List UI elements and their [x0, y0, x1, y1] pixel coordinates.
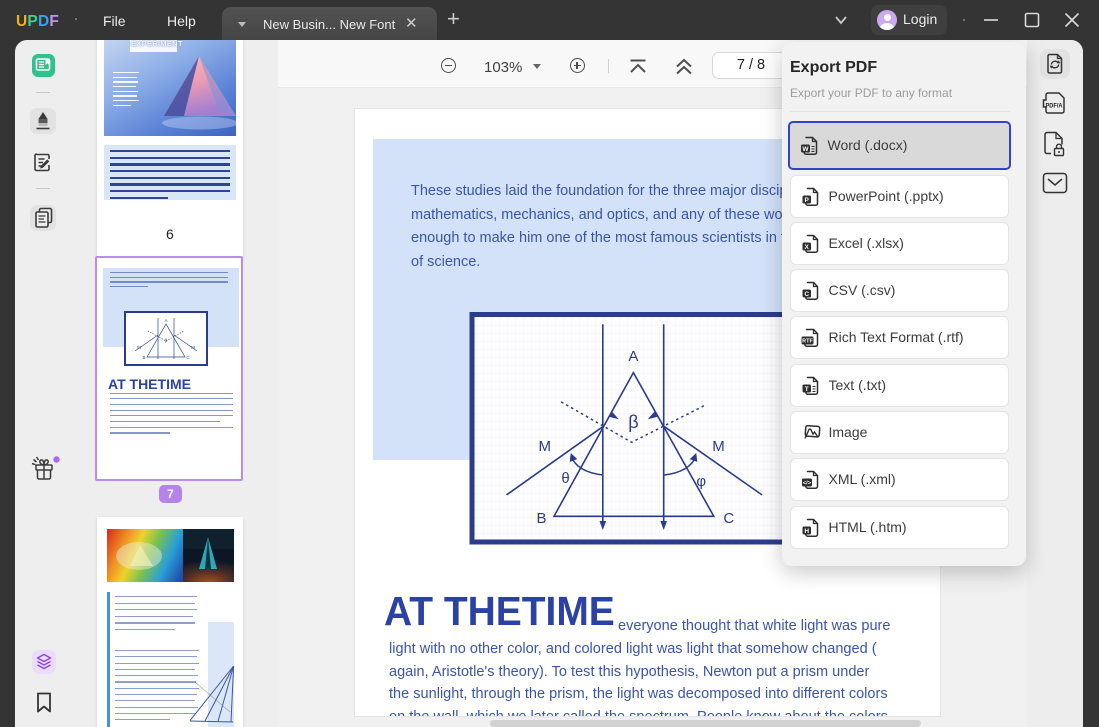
svg-text:β: β	[164, 338, 167, 343]
svg-text:C: C	[804, 291, 809, 298]
svg-text:β: β	[628, 412, 638, 432]
svg-text:M: M	[712, 438, 725, 455]
svg-text:A: A	[164, 318, 167, 323]
svg-text:RTF: RTF	[802, 339, 813, 345]
svg-text:W: W	[802, 146, 809, 153]
svg-text:M: M	[538, 438, 551, 455]
svg-text:X: X	[804, 244, 809, 251]
svg-text:A: A	[628, 348, 638, 365]
svg-text:PDF/A: PDF/A	[1046, 103, 1063, 110]
svg-text:M: M	[137, 345, 141, 350]
svg-text:C: C	[723, 510, 734, 527]
svg-text:M: M	[191, 345, 195, 350]
svg-text:P: P	[804, 196, 809, 203]
svg-text:φ: φ	[696, 473, 706, 490]
svg-text:B: B	[536, 510, 546, 527]
svg-text:</>: </>	[802, 481, 811, 487]
svg-text:H: H	[804, 527, 809, 534]
svg-text:B: B	[142, 355, 145, 360]
svg-text:θ: θ	[561, 470, 569, 487]
svg-text:T: T	[804, 385, 808, 392]
